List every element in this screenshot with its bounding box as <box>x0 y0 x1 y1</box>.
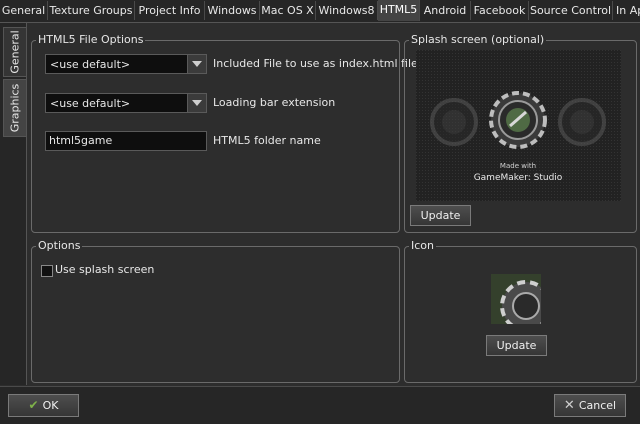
tab-in-app[interactable]: In Ap <box>613 1 640 20</box>
chevron-down-icon <box>187 55 206 73</box>
made-with-text: Made with <box>500 162 536 170</box>
side-tab-bar: General Graphics <box>0 23 27 385</box>
side-tab-graphics-label: Graphics <box>8 83 22 133</box>
gear-icon <box>491 274 552 332</box>
ok-label: OK <box>42 399 59 412</box>
use-splash-label[interactable]: Use splash screen <box>55 263 154 277</box>
splash-artwork: Made with GameMaker: Studio <box>416 50 621 201</box>
splash-preview-image: Made with GameMaker: Studio <box>416 50 621 201</box>
tab-project-info[interactable]: Project Info <box>135 1 205 20</box>
tab-windows8[interactable]: Windows8 <box>316 1 378 20</box>
tab-general[interactable]: General <box>0 1 48 20</box>
gear-logo-left <box>430 98 478 146</box>
ok-button[interactable]: ✔ OK <box>8 394 79 417</box>
icon-update-button[interactable]: Update <box>486 335 547 356</box>
options-group: Options Use splash screen <box>31 239 400 383</box>
splash-screen-title: Splash screen (optional) <box>409 33 547 47</box>
dialog-footer: ✔ OK ✕ Cancel <box>0 386 640 424</box>
gear-logo-right <box>558 98 606 146</box>
tab-mac-os-x[interactable]: Mac OS X <box>260 1 316 20</box>
html5-folder-label: HTML5 folder name <box>213 134 321 147</box>
html5-file-options-group: HTML5 File Options <use default> Include… <box>31 33 418 233</box>
splash-update-button[interactable]: Update <box>410 205 471 226</box>
tab-facebook[interactable]: Facebook <box>471 1 529 20</box>
use-splash-checkbox[interactable] <box>41 265 53 277</box>
loading-bar-label: Loading bar extension <box>213 96 336 109</box>
loading-bar-select[interactable]: <use default> <box>45 93 207 113</box>
icon-title: Icon <box>409 239 436 253</box>
cancel-label: Cancel <box>578 399 617 412</box>
tab-texture-groups[interactable]: Texture Groups <box>48 1 135 20</box>
close-icon: ✕ <box>563 398 575 413</box>
tab-windows[interactable]: Windows <box>205 1 260 20</box>
splash-screen-group: Splash screen (optional) Made with GameM… <box>404 33 637 233</box>
tab-android[interactable]: Android <box>420 1 471 20</box>
side-tab-general[interactable]: General <box>3 27 27 77</box>
index-file-label: Included File to use as index.html file <box>213 57 418 70</box>
side-tab-graphics[interactable]: Graphics <box>3 79 27 137</box>
index-file-select[interactable]: <use default> <box>45 54 207 74</box>
options-title: Options <box>36 239 83 253</box>
app-icon-preview <box>491 274 552 332</box>
brand-text: GameMaker: Studio <box>474 173 563 183</box>
index-file-select-value: <use default> <box>50 58 131 71</box>
cancel-button[interactable]: ✕ Cancel <box>554 394 626 417</box>
checkmark-icon: ✔ <box>28 398 39 412</box>
platform-tab-bar: General Texture Groups Project Info Wind… <box>0 0 640 23</box>
tab-source-control[interactable]: Source Control <box>529 1 613 20</box>
gear-logo-center <box>489 91 547 149</box>
html5-file-options-title: HTML5 File Options <box>36 33 146 47</box>
icon-group: Icon Update <box>404 239 637 383</box>
html5-folder-input[interactable]: html5game <box>45 131 207 151</box>
chevron-down-icon <box>187 94 206 112</box>
side-tab-general-label: General <box>8 30 22 74</box>
loading-bar-select-value: <use default> <box>50 97 131 110</box>
tab-html5[interactable]: HTML5 <box>378 0 420 21</box>
